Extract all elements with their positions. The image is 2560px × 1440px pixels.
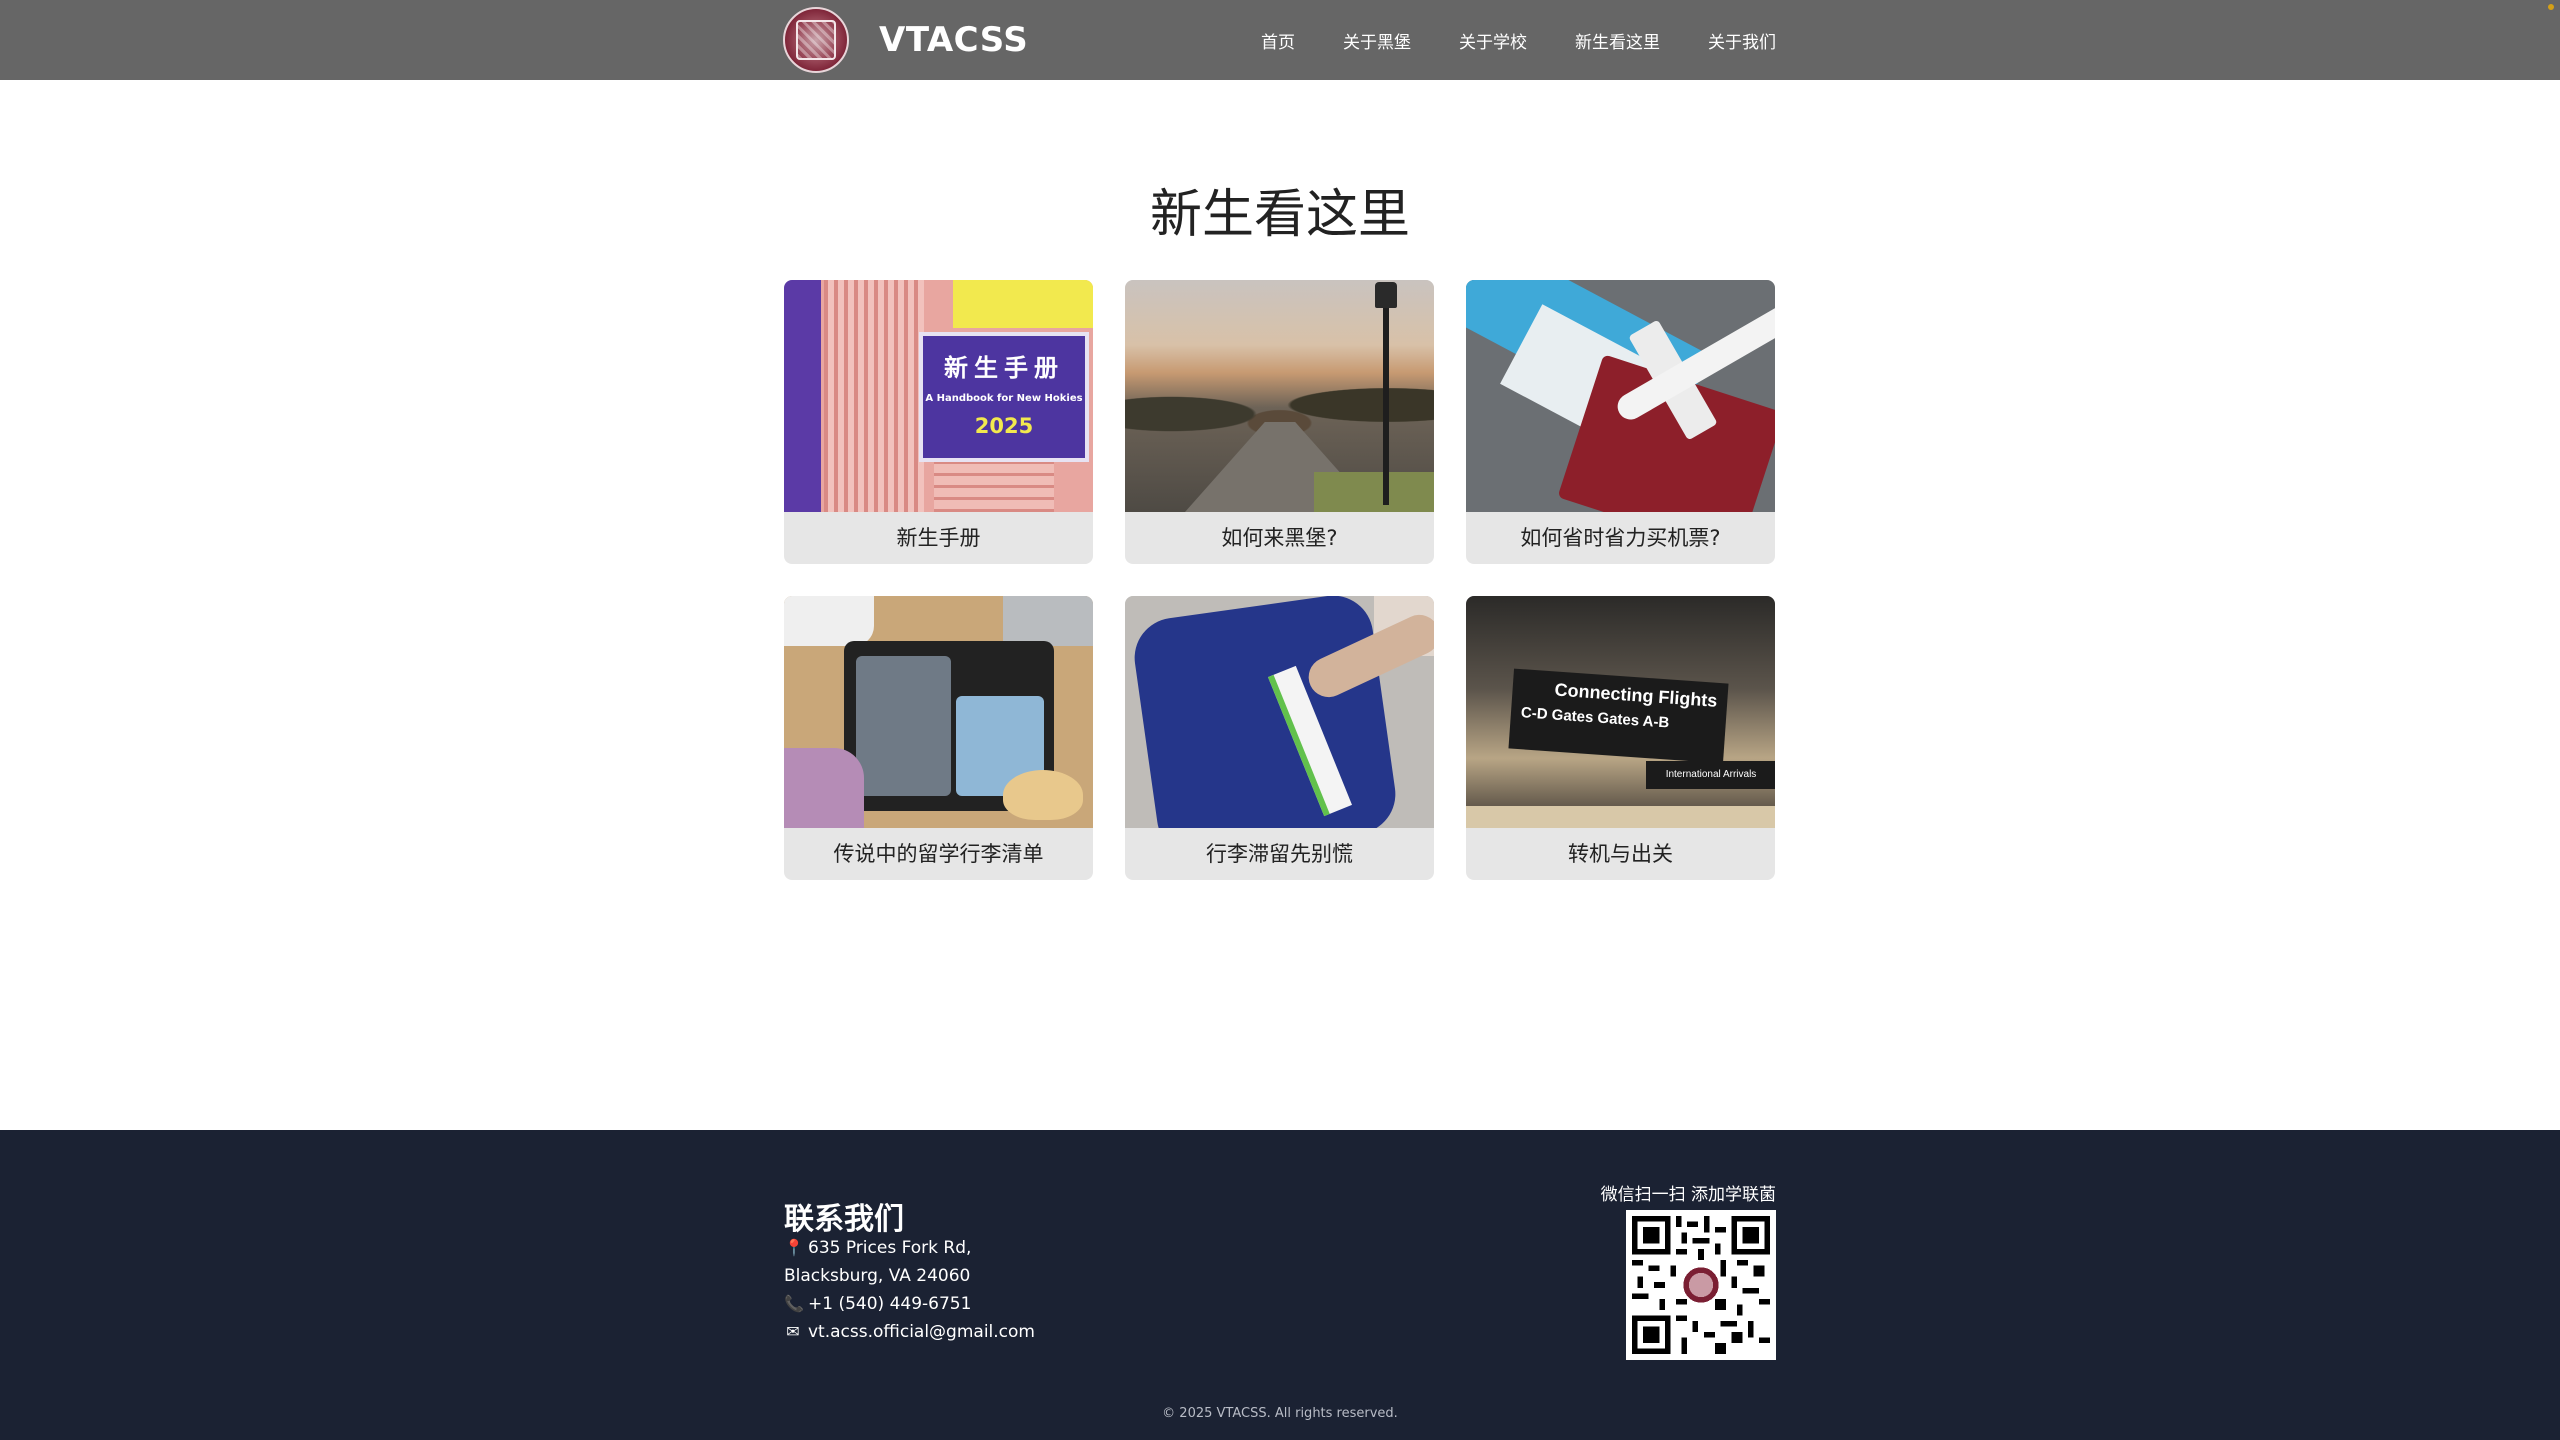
address-line1: 635 Prices Fork Rd, bbox=[808, 1238, 972, 1258]
card-image-suitcase bbox=[1125, 596, 1434, 828]
phone-number[interactable]: +1 (540) 449-6751 bbox=[808, 1290, 971, 1318]
nav-link-about-us[interactable]: 关于我们 bbox=[1708, 28, 1776, 53]
card-image-handbook: 新生手册 A Handbook for New Hokies 2025 bbox=[784, 280, 1093, 512]
card-handbook[interactable]: 新生手册 A Handbook for New Hokies 2025 新生手册 bbox=[784, 280, 1093, 564]
nav-link-about-school[interactable]: 关于学校 bbox=[1459, 28, 1527, 53]
brand-name[interactable]: VTACSS bbox=[879, 18, 1028, 62]
wechat-qr-code bbox=[1626, 1210, 1776, 1360]
card-come-to-blacksburg[interactable]: 如何来黑堡? bbox=[1125, 280, 1434, 564]
footer-title: 联系我们 bbox=[784, 1202, 904, 1237]
address-line-2: Blacksburg, VA 24060 bbox=[784, 1262, 1035, 1290]
nav-link-home[interactable]: 首页 bbox=[1261, 28, 1295, 53]
card-image-packing bbox=[784, 596, 1093, 828]
airport-sign: Connecting Flights C-D Gates Gates A-B bbox=[1508, 668, 1729, 764]
seal-icon bbox=[796, 20, 836, 60]
envelope-icon: ✉ bbox=[786, 1322, 800, 1341]
card-label: 如何省时省力买机票? bbox=[1520, 526, 1721, 550]
card-delayed-luggage[interactable]: 行李滞留先别慌 bbox=[1125, 596, 1434, 880]
copyright: © 2025 VTACSS. All rights reserved. bbox=[1162, 1406, 1398, 1421]
nav-links: 首页 关于黑堡 关于学校 新生看这里 关于我们 bbox=[1261, 0, 1776, 80]
page-title: 新生看这里 bbox=[1149, 185, 1410, 245]
status-dot bbox=[2548, 4, 2554, 10]
nav-link-freshmen[interactable]: 新生看这里 bbox=[1575, 28, 1660, 53]
contact-info: 📍 635 Prices Fork Rd, Blacksburg, VA 240… bbox=[784, 1234, 1035, 1346]
phone-icon: 📞 bbox=[784, 1294, 804, 1313]
card-label: 如何来黑堡? bbox=[1221, 526, 1338, 550]
qr-caption: 微信扫一扫 添加学联菌 bbox=[1600, 1185, 1776, 1205]
address-line: 📍 635 Prices Fork Rd, bbox=[784, 1234, 1035, 1262]
card-grid: 新生手册 A Handbook for New Hokies 2025 新生手册… bbox=[784, 280, 1776, 880]
airport-sign-small: International Arrivals bbox=[1646, 761, 1775, 789]
address-line2: Blacksburg, VA 24060 bbox=[784, 1266, 971, 1286]
nav-link-about-blacksburg[interactable]: 关于黑堡 bbox=[1343, 28, 1411, 53]
card-label: 传说中的留学行李清单 bbox=[833, 842, 1044, 866]
card-image-airport: Connecting Flights C-D Gates Gates A-B I… bbox=[1466, 596, 1775, 828]
card-transfer-customs[interactable]: Connecting Flights C-D Gates Gates A-B I… bbox=[1466, 596, 1775, 880]
phone-line: 📞 +1 (540) 449-6751 bbox=[784, 1290, 1035, 1318]
card-label: 转机与出关 bbox=[1568, 842, 1673, 866]
card-label: 新生手册 bbox=[896, 526, 981, 550]
card-image-street bbox=[1125, 280, 1434, 512]
brand-logo[interactable] bbox=[783, 7, 849, 73]
card-image-tickets bbox=[1466, 280, 1775, 512]
email-link[interactable]: vt.acss.official@gmail.com bbox=[808, 1318, 1035, 1346]
email-line: ✉ vt.acss.official@gmail.com bbox=[784, 1318, 1035, 1346]
navbar: VTACSS 首页 关于黑堡 关于学校 新生看这里 关于我们 bbox=[0, 0, 2560, 80]
handbook-cover: 新生手册 A Handbook for New Hokies 2025 bbox=[919, 332, 1089, 462]
card-label: 行李滞留先别慌 bbox=[1206, 842, 1353, 866]
footer: 联系我们 📍 635 Prices Fork Rd, Blacksburg, V… bbox=[0, 1130, 2560, 1440]
pin-icon: 📍 bbox=[784, 1238, 804, 1257]
card-buy-tickets[interactable]: 如何省时省力买机票? bbox=[1466, 280, 1775, 564]
card-packing-list[interactable]: 传说中的留学行李清单 bbox=[784, 596, 1093, 880]
